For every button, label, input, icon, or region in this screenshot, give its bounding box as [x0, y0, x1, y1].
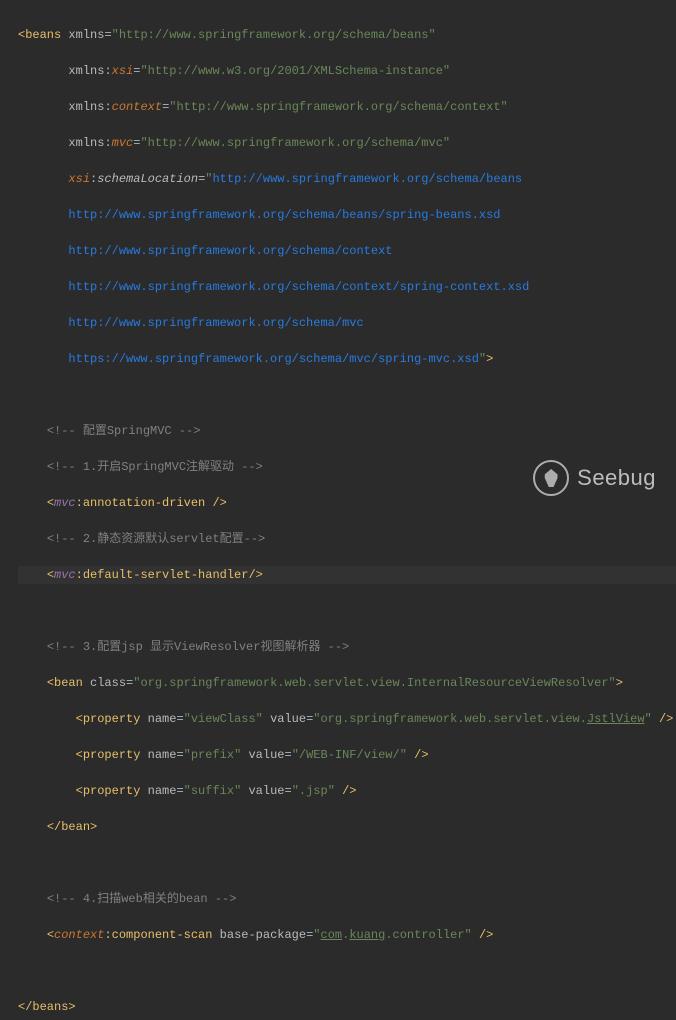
code-line: <mvc:annotation-driven />: [18, 494, 676, 512]
watermark: Seebug: [533, 460, 656, 496]
code-line-active: <mvc:default-servlet-handler/>: [18, 566, 676, 584]
seebug-icon: [533, 460, 569, 496]
code-line: </beans>: [18, 998, 676, 1016]
code-line: <bean class="org.springframework.web.ser…: [18, 674, 676, 692]
code-line: xsi:schemaLocation="http://www.springfra…: [18, 170, 676, 188]
watermark-text: Seebug: [577, 469, 656, 487]
code-line: <context:component-scan base-package="co…: [18, 926, 676, 944]
code-editor[interactable]: <beans xmlns="http://www.springframework…: [0, 0, 676, 1020]
code-line: <!-- 2.静态资源默认servlet配置-->: [18, 530, 676, 548]
code-line: xmlns:xsi="http://www.w3.org/2001/XMLSch…: [18, 62, 676, 80]
code-line: <!-- 4.扫描web相关的bean -->: [18, 890, 676, 908]
code-line: xmlns:context="http://www.springframewor…: [18, 98, 676, 116]
code-line: http://www.springframework.org/schema/be…: [18, 206, 676, 224]
code-line: [18, 854, 676, 872]
code-line: https://www.springframework.org/schema/m…: [18, 350, 676, 368]
code-line: [18, 602, 676, 620]
code-line: <property name="prefix" value="/WEB-INF/…: [18, 746, 676, 764]
code-line: <property name="suffix" value=".jsp" />: [18, 782, 676, 800]
code-line: http://www.springframework.org/schema/co…: [18, 278, 676, 296]
code-line: <beans xmlns="http://www.springframework…: [18, 26, 676, 44]
code-line: <property name="viewClass" value="org.sp…: [18, 710, 676, 728]
code-line: </bean>: [18, 818, 676, 836]
code-line: http://www.springframework.org/schema/mv…: [18, 314, 676, 332]
code-line: http://www.springframework.org/schema/co…: [18, 242, 676, 260]
code-line: [18, 386, 676, 404]
code-line: [18, 962, 676, 980]
code-line: xmlns:mvc="http://www.springframework.or…: [18, 134, 676, 152]
code-line: <!-- 配置SpringMVC -->: [18, 422, 676, 440]
code-line: <!-- 3.配置jsp 显示ViewResolver视图解析器 -->: [18, 638, 676, 656]
